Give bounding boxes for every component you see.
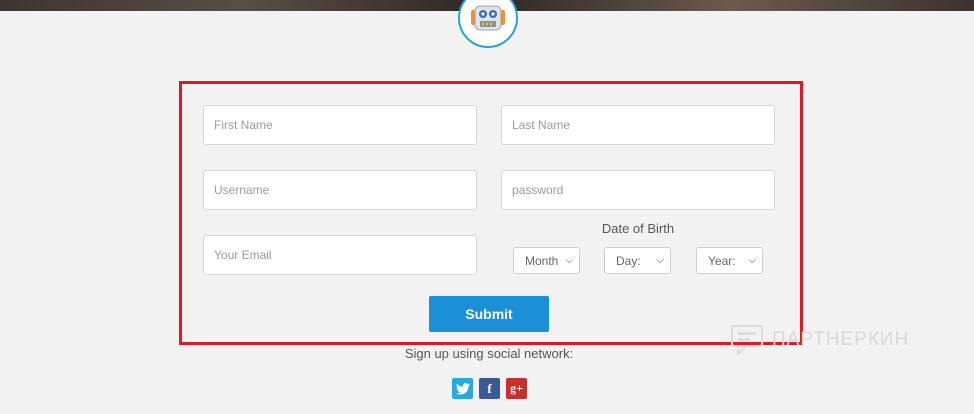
username-field[interactable] xyxy=(203,170,477,210)
google-plus-icon[interactable]: g+ xyxy=(506,378,527,399)
speech-bubble-icon xyxy=(731,325,763,357)
facebook-glyph: f xyxy=(487,380,492,396)
twitter-bird-icon xyxy=(455,382,470,395)
google-plus-glyph: g+ xyxy=(510,381,523,395)
year-select[interactable]: Year: ⌵ xyxy=(696,247,763,274)
watermark-text: ПАРТНЕРКИН xyxy=(772,329,910,350)
watermark: ПАРТНЕРКИН xyxy=(730,322,909,358)
robot-icon xyxy=(471,5,505,31)
submit-button[interactable]: Submit xyxy=(429,296,549,332)
chevron-down-icon: ⌵ xyxy=(656,255,664,266)
month-select[interactable]: Month ⌵ xyxy=(513,247,580,274)
day-select[interactable]: Day: ⌵ xyxy=(604,247,671,274)
email-field[interactable] xyxy=(203,235,477,275)
chevron-down-icon: ⌵ xyxy=(565,255,573,266)
first-name-field[interactable] xyxy=(203,105,477,145)
day-select-value: Day: xyxy=(616,253,641,268)
date-of-birth-label: Date of Birth xyxy=(601,221,675,236)
robot-logo[interactable] xyxy=(458,0,518,48)
password-field[interactable] xyxy=(501,170,775,210)
facebook-icon[interactable]: f xyxy=(479,378,500,399)
year-select-value: Year: xyxy=(708,253,736,268)
last-name-field[interactable] xyxy=(501,105,775,145)
month-select-value: Month xyxy=(525,253,559,268)
chevron-down-icon: ⌵ xyxy=(748,255,756,266)
twitter-icon[interactable] xyxy=(452,378,473,399)
